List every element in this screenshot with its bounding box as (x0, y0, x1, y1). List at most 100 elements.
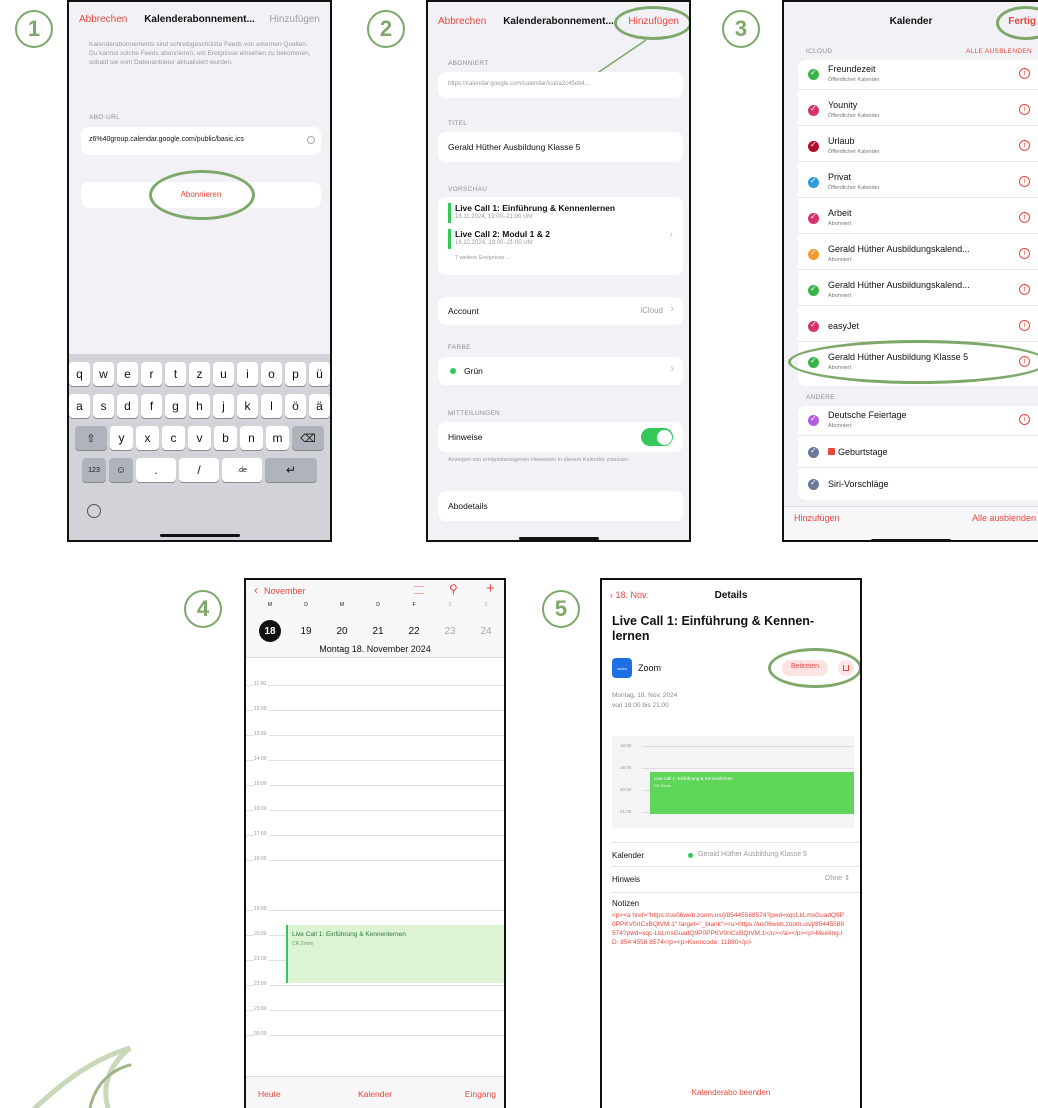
info-icon[interactable]: i (1019, 104, 1030, 115)
key[interactable]: p (285, 362, 306, 386)
info-icon[interactable]: i (1019, 140, 1030, 151)
checkmark-icon[interactable] (808, 104, 819, 116)
key[interactable]: u (213, 362, 234, 386)
checkmark-icon[interactable] (808, 356, 819, 368)
done-button[interactable]: Fertig (1008, 16, 1036, 27)
join-button[interactable]: Beitreten (782, 660, 828, 676)
hide-all-button[interactable]: Alle ausblenden (972, 513, 1036, 523)
checkmark-icon[interactable] (808, 140, 819, 152)
back-month-button[interactable]: November (264, 586, 306, 596)
key[interactable]: e (117, 362, 138, 386)
calendar-row[interactable]: Geburtstage (798, 438, 1038, 468)
key[interactable]: a (69, 394, 90, 418)
key[interactable]: ü (309, 362, 330, 386)
notes-text[interactable]: <p><a href="https://us06web.zoom.us/j/85… (612, 911, 847, 947)
details-row[interactable]: Abodetails (438, 491, 683, 521)
info-icon[interactable]: i (1019, 320, 1030, 331)
list-view-icon[interactable] (414, 586, 424, 594)
key[interactable]: n (240, 426, 263, 450)
de-key[interactable]: .de (222, 458, 262, 482)
alert-row[interactable]: Hinweis Ohne ⇕ (612, 866, 860, 890)
alerts-toggle[interactable] (641, 428, 673, 446)
key[interactable]: o (261, 362, 282, 386)
account-row[interactable]: Account iCloud › (438, 297, 683, 325)
info-icon[interactable]: i (1019, 356, 1030, 367)
calendar-row-new-subscription[interactable]: Gerald Hüther Ausbildung Klasse 5 Abonni… (798, 348, 1038, 378)
day-number[interactable]: 23 (439, 626, 461, 637)
return-key-icon[interactable]: ↵ (265, 458, 317, 482)
add-button-disabled[interactable]: Hinzufügen (269, 14, 320, 25)
calendars-button[interactable]: Kalender (358, 1089, 392, 1099)
key[interactable]: g (165, 394, 186, 418)
share-icon[interactable] (838, 660, 854, 676)
checkmark-icon[interactable] (808, 284, 819, 296)
inbox-button[interactable]: Eingang (465, 1089, 496, 1099)
checkmark-icon[interactable] (808, 176, 819, 188)
key[interactable]: w (93, 362, 114, 386)
checkmark-icon[interactable] (808, 248, 819, 260)
calendar-row[interactable]: Kalender Gerald Hüther Ausbildung Klasse… (612, 842, 860, 866)
day-number[interactable]: 22 (403, 626, 425, 637)
key[interactable]: k (237, 394, 258, 418)
info-icon[interactable]: i (1019, 414, 1030, 425)
day-number[interactable]: 19 (295, 626, 317, 637)
period-key[interactable]: . (136, 458, 176, 482)
info-icon[interactable]: i (1019, 68, 1030, 79)
add-calendar-button[interactable]: Hinzufügen (794, 513, 840, 523)
info-icon[interactable]: i (1019, 176, 1030, 187)
key[interactable]: d (117, 394, 138, 418)
key[interactable]: ö (285, 394, 306, 418)
checkmark-icon[interactable] (808, 478, 819, 490)
emoji-key-icon[interactable]: ☺ (109, 458, 133, 482)
key[interactable]: s (93, 394, 114, 418)
hide-all-top-button[interactable]: ALLE AUSBLENDEN (966, 48, 1032, 55)
calendar-row[interactable]: Siri-Vorschläge (798, 470, 1038, 500)
key[interactable]: t (165, 362, 186, 386)
numbers-key[interactable]: 123 (82, 458, 106, 482)
key[interactable]: z (189, 362, 210, 386)
backspace-key-icon[interactable]: ⌫ (292, 426, 324, 450)
today-button[interactable]: Heute (258, 1089, 281, 1099)
checkmark-icon[interactable] (808, 320, 819, 332)
key[interactable]: i (237, 362, 258, 386)
event-block[interactable]: Live Call 1: Einführung & Kennenlernen C… (286, 925, 504, 983)
checkmark-icon[interactable] (808, 446, 819, 458)
key[interactable]: j (213, 394, 234, 418)
info-icon[interactable]: i (1019, 284, 1030, 295)
calendar-row[interactable]: easyJet i (798, 312, 1038, 342)
checkmark-icon[interactable] (808, 68, 819, 80)
calendar-row[interactable]: Arbeit Abonniert i (798, 204, 1038, 234)
subscribe-button[interactable]: Abonnieren (81, 182, 321, 208)
search-icon[interactable]: ⚲ (449, 582, 458, 596)
selected-day[interactable]: 18 (259, 620, 281, 642)
key[interactable]: y (110, 426, 133, 450)
key[interactable]: r (141, 362, 162, 386)
key[interactable]: v (188, 426, 211, 450)
key[interactable]: x (136, 426, 159, 450)
key[interactable]: f (141, 394, 162, 418)
preview-card[interactable]: Live Call 1: Einführung & Kennenlernen 1… (438, 197, 683, 275)
calendar-row[interactable]: Gerald Hüther Ausbildungskalend... Abonn… (798, 276, 1038, 306)
title-field[interactable]: Gerald Hüther Ausbildung Klasse 5 (438, 132, 683, 162)
globe-icon[interactable] (87, 504, 101, 518)
key[interactable]: b (214, 426, 237, 450)
calendar-row[interactable]: Freundezeit Öffentlicher Kalender i (798, 60, 1038, 90)
add-event-icon[interactable]: + (486, 580, 495, 597)
abo-url-field[interactable]: z6%40group.calendar.google.com/public/ba… (81, 127, 321, 155)
checkmark-icon[interactable] (808, 414, 819, 426)
day-number[interactable]: 24 (475, 626, 497, 637)
key[interactable]: ä (309, 394, 330, 418)
shift-key-icon[interactable]: ⇧ (75, 426, 107, 450)
slash-key[interactable]: / (179, 458, 219, 482)
day-number[interactable]: 20 (331, 626, 353, 637)
checkmark-icon[interactable] (808, 212, 819, 224)
back-chevron-icon[interactable]: ‹ (254, 583, 258, 597)
day-number[interactable]: 21 (367, 626, 389, 637)
key[interactable]: m (266, 426, 289, 450)
calendar-row[interactable]: Privat Öffentlicher Kalender i (798, 168, 1038, 198)
key[interactable]: l (261, 394, 282, 418)
calendar-row[interactable]: Gerald Hüther Ausbildungskalend... Abonn… (798, 240, 1038, 270)
calendar-row[interactable]: Urlaub Öffentlicher Kalender i (798, 132, 1038, 162)
info-icon[interactable]: i (1019, 212, 1030, 223)
color-row[interactable]: Grün › (438, 357, 683, 385)
